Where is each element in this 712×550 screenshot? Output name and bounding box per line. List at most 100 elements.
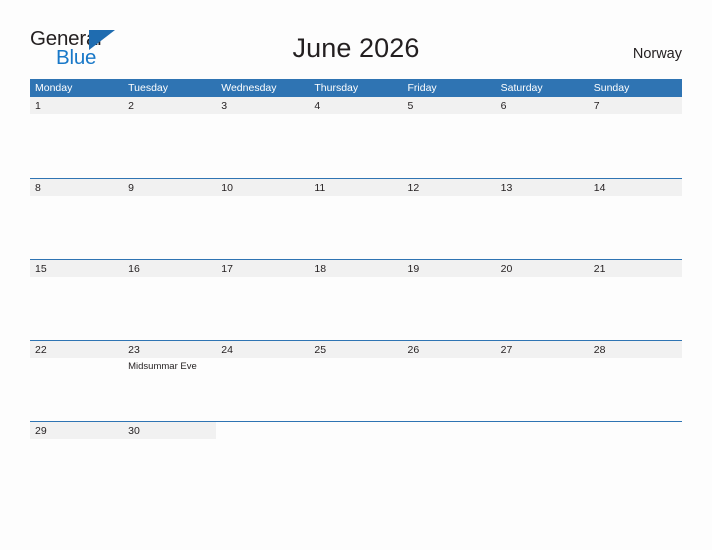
calendar-week-row: 8 9 10 11 12 13 14 bbox=[30, 178, 682, 259]
week-date-strip: 8 9 10 11 12 13 14 bbox=[30, 179, 682, 196]
weekday-header-cell: Saturday bbox=[500, 82, 543, 94]
day-cell[interactable]: 28 bbox=[589, 341, 682, 358]
day-cell[interactable]: 12 bbox=[403, 179, 496, 196]
day-events-cell bbox=[309, 277, 402, 339]
day-cell[interactable]: 4 bbox=[309, 97, 402, 114]
day-cell[interactable]: 27 bbox=[496, 341, 589, 358]
day-events-cell bbox=[403, 277, 496, 339]
country-label: Norway bbox=[632, 46, 682, 62]
day-events-cell bbox=[309, 358, 402, 420]
day-cell[interactable]: 3 bbox=[216, 97, 309, 114]
day-events-cell bbox=[309, 114, 402, 176]
week-date-strip: 22 23 24 25 26 27 28 bbox=[30, 341, 682, 358]
day-events-cell bbox=[589, 277, 682, 339]
day-events-cell bbox=[216, 196, 309, 258]
day-events-cell bbox=[403, 358, 496, 420]
day-events-cell bbox=[216, 114, 309, 176]
calendar-week-row: 22 23 24 25 26 27 28 Midsummar Eve bbox=[30, 340, 682, 421]
week-date-strip: 29 30 bbox=[30, 422, 682, 439]
day-events-cell bbox=[589, 358, 682, 420]
day-events-cell bbox=[123, 277, 216, 339]
weekday-header-cell: Thursday bbox=[314, 82, 359, 94]
holiday-label: Midsummar Eve bbox=[128, 361, 197, 372]
week-events-row bbox=[30, 196, 682, 258]
day-cell[interactable]: 7 bbox=[589, 97, 682, 114]
day-cell[interactable]: 19 bbox=[403, 260, 496, 277]
day-events-cell bbox=[403, 439, 496, 501]
day-cell[interactable]: 1 bbox=[30, 97, 123, 114]
week-date-strip: 1234567 bbox=[30, 97, 682, 114]
day-cell[interactable]: 8 bbox=[30, 179, 123, 196]
day-events-cell bbox=[30, 114, 123, 176]
weekday-header-cell: Monday bbox=[35, 82, 73, 94]
day-cell[interactable]: 5 bbox=[403, 97, 496, 114]
calendar-week-row: 29 30 bbox=[30, 421, 682, 502]
day-cell[interactable]: 6 bbox=[496, 97, 589, 114]
calendar-week-row: 15 16 17 18 19 20 21 bbox=[30, 259, 682, 340]
week-events-row bbox=[30, 277, 682, 339]
day-events-cell bbox=[30, 439, 123, 501]
day-events-cell bbox=[496, 277, 589, 339]
day-events-cell bbox=[403, 114, 496, 176]
calendar-weeks: 1 2 3 4 5 6 7 8 9 10 11 12 13 14 15 16 17 18 19 20 21 22 23 24 2… bbox=[30, 97, 682, 502]
week-events-row: Midsummar Eve bbox=[30, 358, 682, 420]
day-events-cell bbox=[496, 114, 589, 176]
day-cell[interactable]: 2 bbox=[123, 97, 216, 114]
day-events-cell bbox=[589, 196, 682, 258]
day-cell[interactable]: 26 bbox=[403, 341, 496, 358]
week-events-row bbox=[30, 114, 682, 176]
day-events-cell bbox=[496, 196, 589, 258]
calendar-grid: Monday Tuesday Wednesday Thursday Friday Satu… bbox=[30, 79, 682, 502]
weekday-header-cell: Friday bbox=[407, 82, 437, 94]
day-events-cell bbox=[403, 196, 496, 258]
day-events-cell bbox=[589, 114, 682, 176]
day-cell-empty bbox=[588, 422, 682, 439]
day-cell-empty bbox=[309, 422, 403, 439]
day-cell[interactable]: 11 bbox=[309, 179, 402, 196]
day-events-cell bbox=[30, 196, 123, 258]
day-events-cell[interactable]: Midsummar Eve bbox=[123, 358, 216, 420]
day-cell[interactable]: 14 bbox=[589, 179, 682, 196]
day-events-cell bbox=[123, 114, 216, 176]
day-events-cell bbox=[496, 439, 589, 501]
day-cell[interactable]: 20 bbox=[496, 260, 589, 277]
day-cell-empty bbox=[495, 422, 589, 439]
day-cell-empty bbox=[216, 422, 310, 439]
day-events-cell bbox=[216, 277, 309, 339]
day-cell[interactable]: 10 bbox=[216, 179, 309, 196]
day-events-cell bbox=[30, 358, 123, 420]
day-cell[interactable]: 9 bbox=[123, 179, 216, 196]
day-events-cell bbox=[309, 439, 402, 501]
day-cell[interactable]: 18 bbox=[309, 260, 402, 277]
day-events-cell bbox=[216, 358, 309, 420]
day-cell[interactable]: 17 bbox=[216, 260, 309, 277]
page-title: June 2026 bbox=[292, 33, 420, 63]
calendar-week-row: 1234567 bbox=[30, 97, 682, 178]
day-events-cell bbox=[30, 277, 123, 339]
day-events-cell bbox=[496, 358, 589, 420]
day-events-cell bbox=[309, 196, 402, 258]
day-cell[interactable]: 16 bbox=[123, 260, 216, 277]
day-events-cell bbox=[123, 439, 216, 501]
day-cell[interactable]: 23 bbox=[123, 341, 216, 358]
weekday-header-row: Monday Tuesday Wednesday Thursday Friday Satu… bbox=[30, 79, 682, 97]
weekday-header-cell: Sunday bbox=[593, 82, 630, 94]
day-cell[interactable]: 21 bbox=[589, 260, 682, 277]
calendar-page: General Blue June 2026 Norway Monday Tues… bbox=[0, 0, 712, 550]
week-date-strip: 15 16 17 18 19 20 21 bbox=[30, 260, 682, 277]
weekday-header-cell: Tuesday bbox=[128, 82, 169, 94]
week-events-row bbox=[30, 439, 682, 501]
day-events-cell bbox=[216, 439, 309, 501]
day-cell[interactable]: 22 bbox=[30, 341, 123, 358]
day-cell-empty bbox=[402, 422, 496, 439]
day-cell[interactable]: 30 bbox=[123, 422, 216, 439]
day-cell[interactable]: 25 bbox=[309, 341, 402, 358]
day-cell[interactable]: 24 bbox=[216, 341, 309, 358]
day-events-cell bbox=[589, 439, 682, 501]
day-cell[interactable]: 13 bbox=[496, 179, 589, 196]
day-cell[interactable]: 15 bbox=[30, 260, 123, 277]
day-events-cell bbox=[123, 196, 216, 258]
day-cell[interactable]: 29 bbox=[30, 422, 123, 439]
page-header: General Blue June 2026 Norway bbox=[0, 0, 712, 79]
weekday-header-cell: Wednesday bbox=[221, 82, 277, 94]
